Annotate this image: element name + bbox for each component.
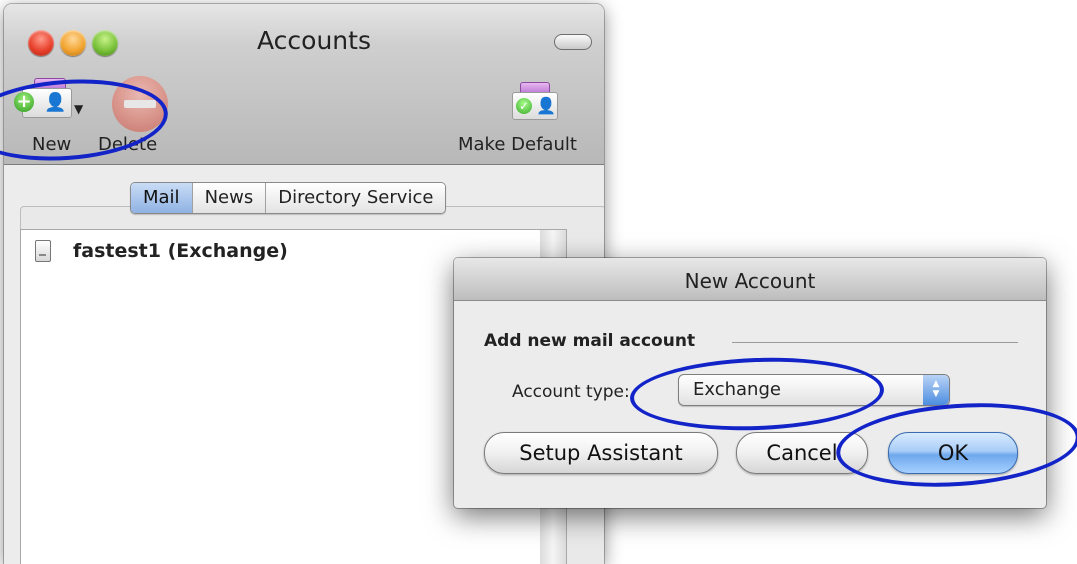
window-title: Accounts bbox=[257, 26, 371, 55]
new-account-dialog: New Account Add new mail account Account… bbox=[454, 258, 1046, 508]
account-icon bbox=[35, 240, 51, 262]
toolbar-toggle-button[interactable] bbox=[554, 34, 592, 50]
account-type-tabs: Mail News Directory Service bbox=[130, 182, 447, 214]
account-type-value: Exchange bbox=[693, 379, 781, 400]
tab-mail[interactable]: Mail bbox=[131, 183, 193, 213]
dropdown-arrow-icon[interactable]: ▼ bbox=[74, 102, 83, 116]
setup-assistant-button[interactable]: Setup Assistant bbox=[484, 432, 718, 474]
tab-news[interactable]: News bbox=[192, 183, 267, 213]
person-icon: 👤 bbox=[44, 92, 67, 113]
cancel-button[interactable]: Cancel bbox=[736, 432, 868, 474]
account-type-select[interactable]: Exchange ▲ ▼ bbox=[678, 374, 950, 406]
dialog-title: New Account bbox=[684, 269, 816, 293]
dialog-titlebar: New Account bbox=[454, 258, 1046, 301]
tab-directory-service[interactable]: Directory Service bbox=[266, 183, 446, 213]
account-type-label: Account type: bbox=[512, 382, 630, 402]
section-divider bbox=[732, 342, 1018, 343]
account-name: fastest1 (Exchange) bbox=[73, 240, 288, 262]
new-account-icon[interactable]: + 👤 ▼ bbox=[14, 74, 84, 124]
new-button-label[interactable]: New bbox=[32, 134, 71, 155]
list-item[interactable]: fastest1 (Exchange) bbox=[35, 240, 288, 262]
person-icon: 👤 bbox=[536, 96, 556, 115]
plus-icon: + bbox=[14, 92, 34, 112]
delete-button-label[interactable]: Delete bbox=[98, 134, 157, 155]
title-toolbar: Accounts + 👤 ▼ ✓ 👤 New Delete Make Defau… bbox=[4, 4, 604, 165]
section-label: Add new mail account bbox=[484, 331, 696, 351]
updown-arrows-icon: ▲ ▼ bbox=[923, 375, 949, 405]
make-default-button-label[interactable]: Make Default bbox=[458, 134, 577, 155]
check-icon: ✓ bbox=[516, 98, 532, 114]
delete-icon[interactable] bbox=[112, 76, 168, 132]
ok-button[interactable]: OK bbox=[888, 432, 1018, 474]
make-default-icon[interactable]: ✓ 👤 bbox=[504, 78, 564, 128]
